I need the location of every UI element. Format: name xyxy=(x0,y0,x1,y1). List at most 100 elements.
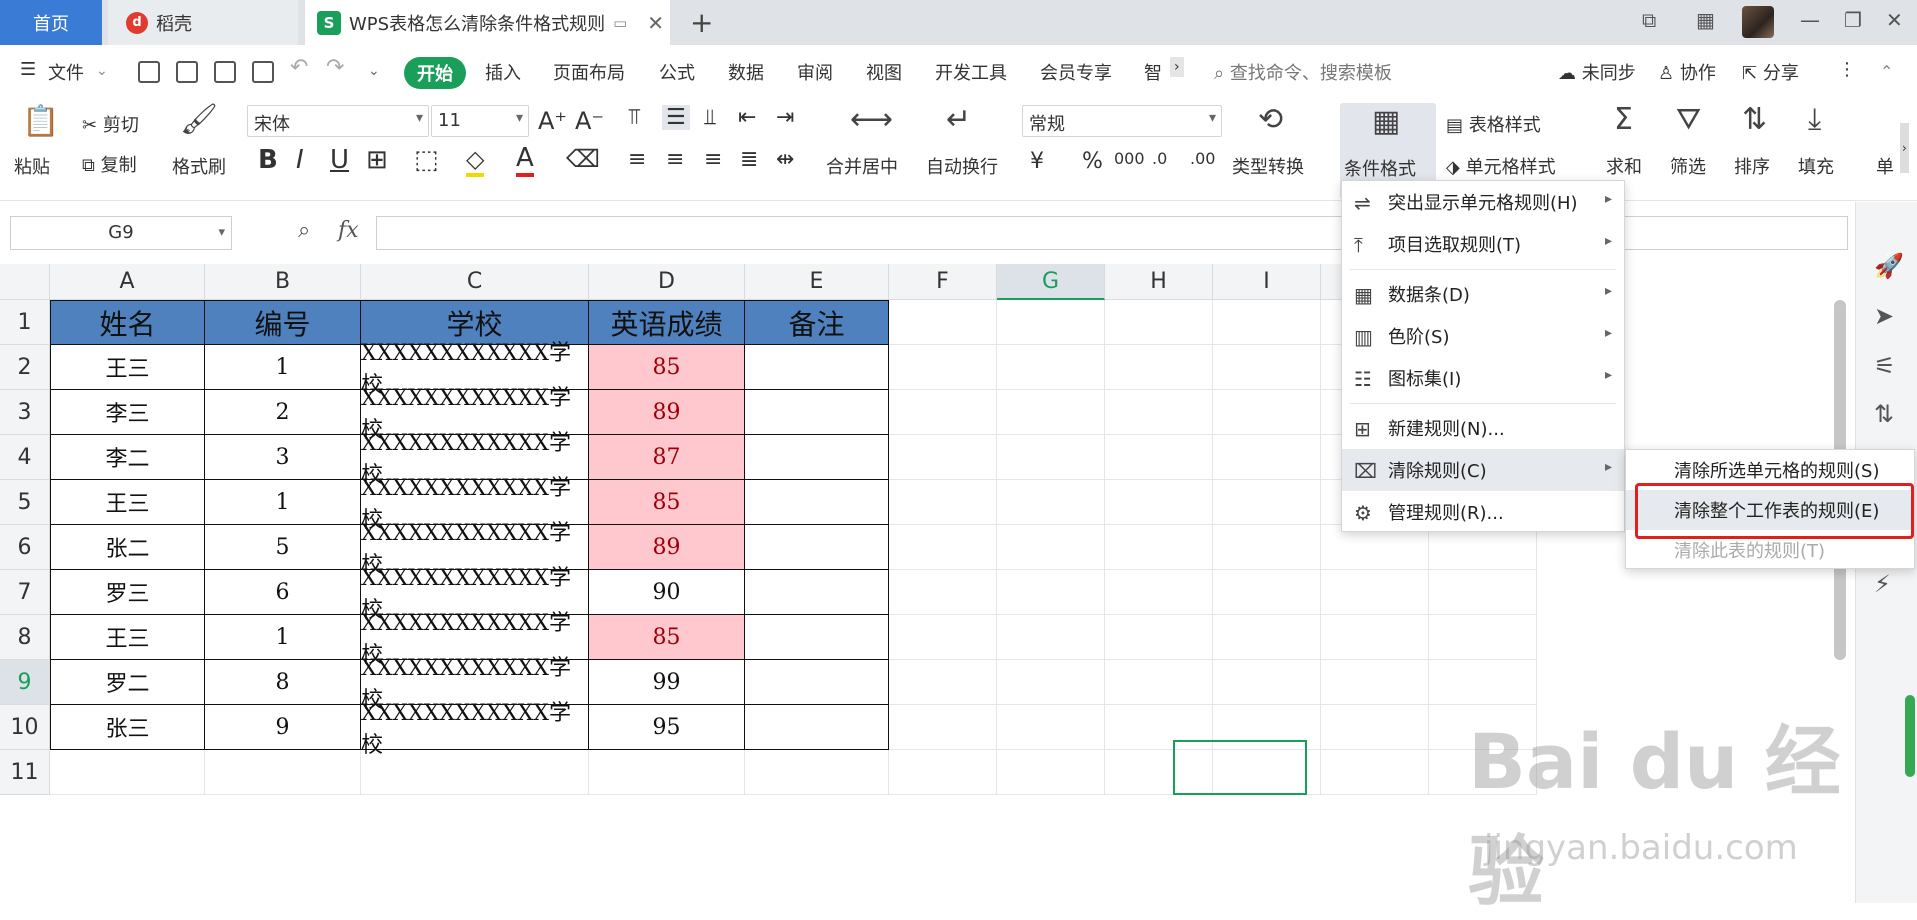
decrease-decimal-icon[interactable]: .00 xyxy=(1190,149,1215,168)
table-data-cell[interactable]: 89 xyxy=(589,390,745,435)
table-data-cell[interactable]: 王三 xyxy=(50,615,205,660)
table-data-cell[interactable]: 张二 xyxy=(50,525,205,570)
cell[interactable] xyxy=(1213,345,1321,390)
cell[interactable] xyxy=(1213,525,1321,570)
cell[interactable] xyxy=(889,390,997,435)
menu-formulas[interactable]: 公式 xyxy=(659,59,695,85)
cell[interactable] xyxy=(1321,750,1429,795)
cell[interactable] xyxy=(1105,480,1213,525)
row-header-10[interactable]: 10 xyxy=(0,705,50,750)
table-header-cell[interactable]: 姓名 xyxy=(50,300,205,345)
table-data-cell[interactable] xyxy=(745,345,889,390)
print-icon[interactable] xyxy=(214,61,236,83)
cell[interactable] xyxy=(889,525,997,570)
collapse-ribbon-icon[interactable]: ⌃ xyxy=(1880,62,1893,81)
menu-page-layout[interactable]: 页面布局 xyxy=(553,59,625,85)
font-color-icon[interactable]: A xyxy=(516,143,534,177)
align-middle-icon[interactable]: ☰ xyxy=(662,105,690,130)
cell[interactable] xyxy=(1105,300,1213,345)
print-preview-icon[interactable] xyxy=(252,61,274,83)
border-icon[interactable]: ⊞ xyxy=(366,145,388,175)
row-header-6[interactable]: 6 xyxy=(0,525,50,570)
cell[interactable] xyxy=(589,750,745,795)
table-data-cell[interactable]: 王三 xyxy=(50,345,205,390)
row-header-4[interactable]: 4 xyxy=(0,435,50,480)
menu-developer[interactable]: 开发工具 xyxy=(935,59,1007,85)
tab-document[interactable]: S WPS表格怎么清除条件格式规则 ▭ ✕ xyxy=(305,0,670,45)
cell[interactable] xyxy=(997,570,1105,615)
paste-button[interactable]: 粘贴 xyxy=(14,153,50,179)
column-header-f[interactable]: F xyxy=(889,264,997,300)
cell-format-icon[interactable]: ⬚ xyxy=(414,145,439,175)
file-menu[interactable]: 文件 xyxy=(48,59,84,85)
close-tab-icon[interactable]: ✕ xyxy=(647,11,664,35)
sort-icon[interactable]: ⇅ xyxy=(1742,105,1767,135)
row-header-8[interactable]: 8 xyxy=(0,615,50,660)
clear-format-icon[interactable]: ⌫ xyxy=(566,145,600,173)
restore-icon[interactable]: ❐ xyxy=(1844,8,1862,32)
undo-icon[interactable]: ↶ xyxy=(290,55,308,80)
font-name-select[interactable]: 宋体 xyxy=(247,105,429,137)
row-header-5[interactable]: 5 xyxy=(0,480,50,525)
cell[interactable] xyxy=(1213,615,1321,660)
menu-review[interactable]: 审阅 xyxy=(797,59,833,85)
row-header-2[interactable]: 2 xyxy=(0,345,50,390)
cell[interactable] xyxy=(1213,435,1321,480)
menu-new-rule[interactable]: ⊞ 新建规则(N)... xyxy=(1342,407,1624,449)
increase-decimal-icon[interactable]: .0 xyxy=(1152,149,1167,168)
cell[interactable] xyxy=(1321,705,1429,750)
wrap-text-icon[interactable]: ↵ xyxy=(946,105,971,135)
cell[interactable] xyxy=(997,345,1105,390)
table-data-cell[interactable]: 罗二 xyxy=(50,660,205,705)
sync-status[interactable]: ☁ 未同步 xyxy=(1558,59,1636,85)
menu-view[interactable]: 视图 xyxy=(866,59,902,85)
menu-member[interactable]: 会员专享 xyxy=(1040,59,1112,85)
tab-home[interactable]: 首页 xyxy=(0,0,102,45)
menu-icon-sets[interactable]: ☷ 图标集(I) ▸ xyxy=(1342,357,1624,399)
cell[interactable] xyxy=(1429,660,1537,705)
cell[interactable] xyxy=(1213,390,1321,435)
table-data-cell[interactable]: 8 xyxy=(205,660,361,705)
sort-button[interactable]: 排序 xyxy=(1734,153,1770,179)
table-style-button[interactable]: ▤ 表格样式 xyxy=(1446,111,1541,137)
menu-manage-rules[interactable]: ⚙ 管理规则(R)... xyxy=(1342,491,1624,533)
fill-button[interactable]: 填充 xyxy=(1798,153,1834,179)
fill-icon[interactable]: ⤓ xyxy=(1808,105,1821,135)
tab-docer[interactable]: d 稻壳 xyxy=(108,0,298,45)
table-data-cell[interactable] xyxy=(745,570,889,615)
cell[interactable] xyxy=(889,435,997,480)
row-header-11[interactable]: 11 xyxy=(0,750,50,795)
wrap-text-button[interactable]: 自动换行 xyxy=(926,153,998,179)
book-view-icon[interactable]: ⧉ xyxy=(1642,8,1656,32)
export-pdf-icon[interactable] xyxy=(176,61,198,83)
fx-icon[interactable]: fx xyxy=(338,218,359,243)
cell[interactable] xyxy=(1105,390,1213,435)
row-header-7[interactable]: 7 xyxy=(0,570,50,615)
grid-apps-icon[interactable]: ▦ xyxy=(1696,8,1715,32)
table-data-cell[interactable]: 87 xyxy=(589,435,745,480)
decrease-font-icon[interactable]: A⁻ xyxy=(575,107,604,135)
table-data-cell[interactable] xyxy=(745,435,889,480)
cell[interactable] xyxy=(889,615,997,660)
menu-data[interactable]: 数据 xyxy=(728,59,764,85)
table-data-cell[interactable]: 3 xyxy=(205,435,361,480)
cell-style-button[interactable]: ⬗ 单元格样式 xyxy=(1446,153,1556,179)
percent-icon[interactable]: % xyxy=(1082,149,1103,174)
cell[interactable] xyxy=(997,750,1105,795)
cell[interactable] xyxy=(889,300,997,345)
table-data-cell[interactable]: XXXXXXXXXXXX学校 xyxy=(361,701,589,758)
menu-clear-rules[interactable]: ⌧ 清除规则(C) ▸ xyxy=(1342,449,1624,491)
new-tab-button[interactable]: + xyxy=(690,6,713,39)
paste-icon[interactable]: 📋 xyxy=(22,107,59,137)
table-data-cell[interactable]: 1 xyxy=(205,615,361,660)
format-painter-icon[interactable]: 🖌 xyxy=(180,105,218,135)
cell[interactable] xyxy=(1105,570,1213,615)
hamburger-icon[interactable]: ☰ xyxy=(20,59,36,80)
close-window-icon[interactable]: ✕ xyxy=(1886,8,1903,32)
column-header-h[interactable]: H xyxy=(1105,264,1213,300)
cell[interactable] xyxy=(1213,480,1321,525)
cell[interactable] xyxy=(745,750,889,795)
formula-input[interactable] xyxy=(376,216,1848,250)
cell[interactable] xyxy=(1105,345,1213,390)
cell[interactable] xyxy=(1213,570,1321,615)
